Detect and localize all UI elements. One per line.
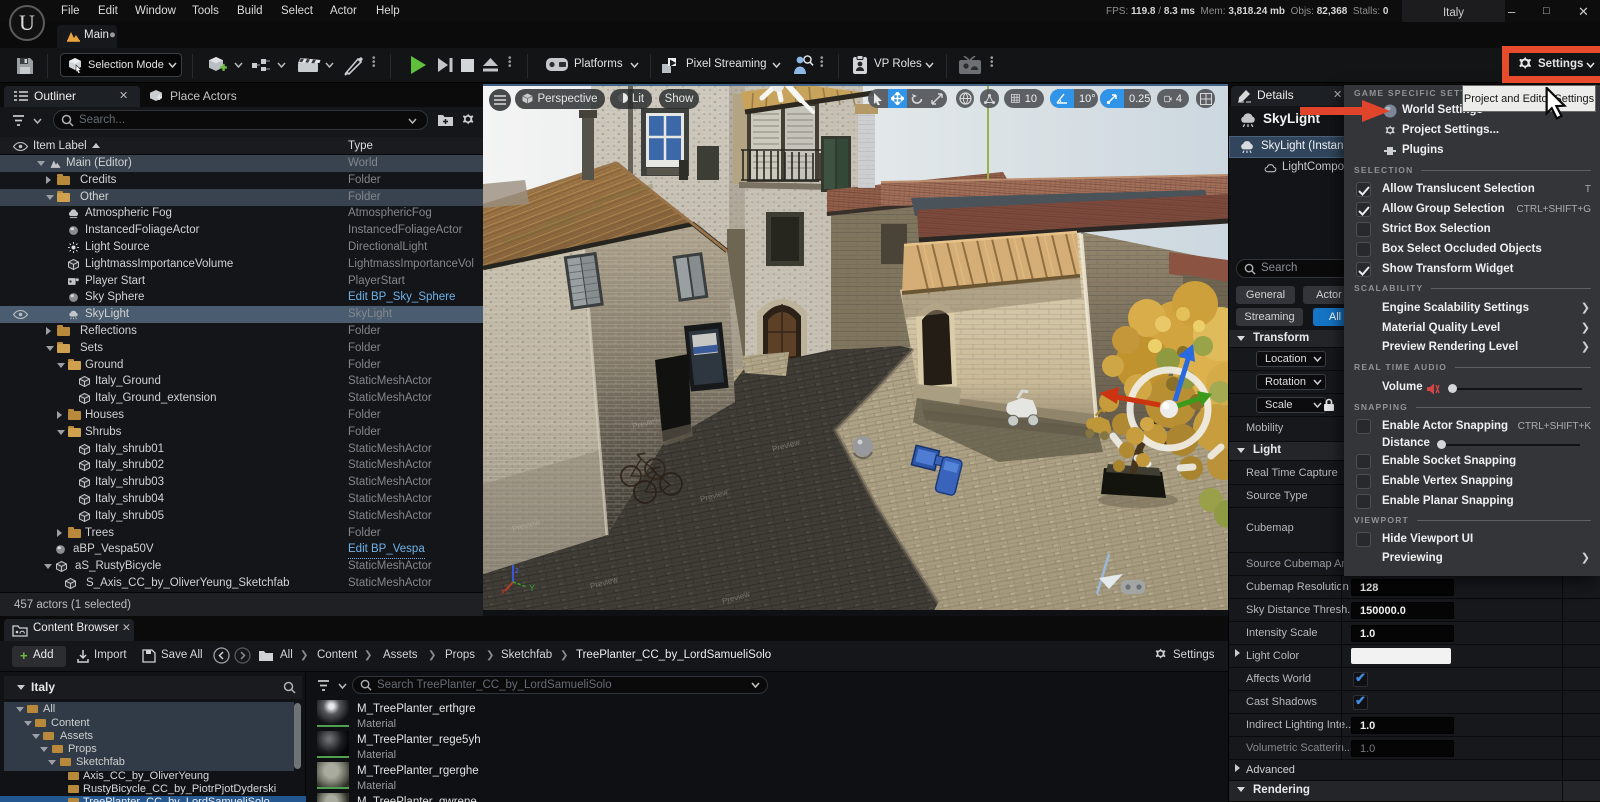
svg-text:x: x: [501, 587, 505, 596]
svg-text:z: z: [515, 566, 519, 575]
svg-text:Y: Y: [529, 583, 535, 593]
